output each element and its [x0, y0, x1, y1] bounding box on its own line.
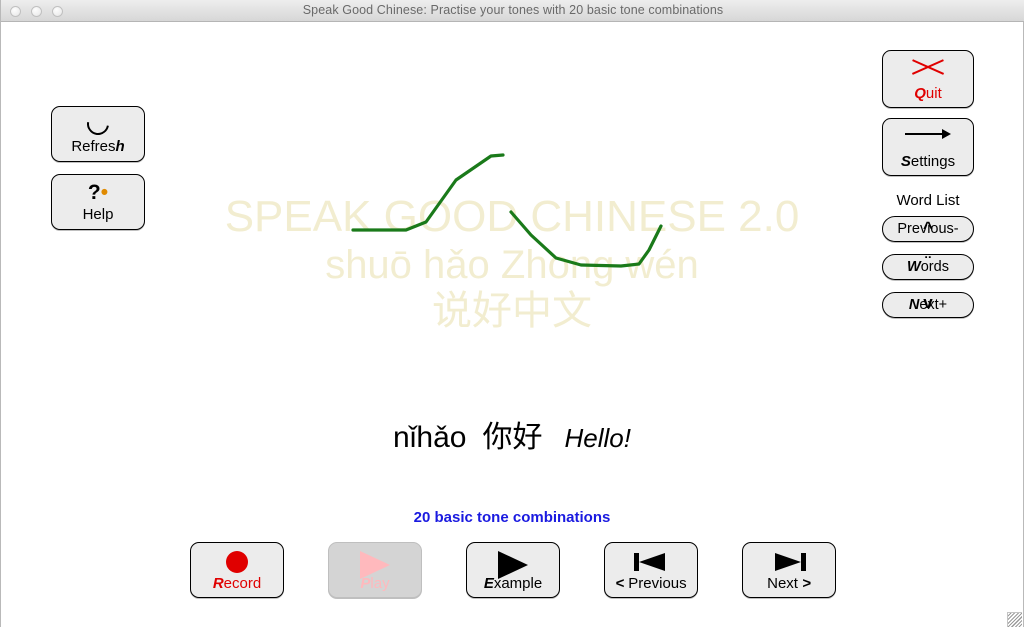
record-button-label: Record	[212, 575, 262, 592]
current-word-pinyin: nǐhǎo	[393, 421, 467, 454]
watermark-logo: SPEAK GOOD CHINESE 2.0 shuō hǎo Zhong wé…	[1, 192, 1023, 334]
current-word-display: nǐhǎo 你好 Hello!	[1, 412, 1023, 456]
quit-button[interactable]: Quit	[882, 50, 974, 108]
quit-button-label: Quit	[914, 85, 942, 102]
right-arrow-icon	[883, 125, 973, 149]
watermark-line-english: SPEAK GOOD CHINESE 2.0	[224, 192, 800, 241]
word-list-words-label: Words	[907, 259, 949, 275]
current-word-hanzi: 你好	[482, 421, 543, 454]
play-triangle-icon	[467, 551, 559, 579]
skip-forward-icon	[743, 551, 835, 575]
word-list-next-label: Next+	[908, 297, 948, 313]
example-button[interactable]: Example	[466, 542, 560, 598]
word-list-words-button[interactable]: Words ¨	[882, 254, 974, 280]
example-button-label: Example	[483, 575, 543, 592]
record-button[interactable]: Record	[190, 542, 284, 598]
word-list-previous-button[interactable]: Previous- ^	[882, 216, 974, 242]
window-title: Speak Good Chinese: Practise your tones …	[302, 3, 724, 17]
settings-button-label: Settings	[900, 153, 956, 170]
previous-word-button[interactable]: < Previous	[604, 542, 698, 598]
play-button-label: Play	[360, 575, 390, 592]
word-list-label: Word List	[896, 192, 960, 209]
question-mark-icon: ?•	[87, 181, 109, 204]
lesson-subtitle: 20 basic tone combinations	[413, 509, 611, 526]
settings-button[interactable]: Settings	[882, 118, 974, 176]
word-list-previous-label: Previous-	[897, 221, 959, 237]
resize-handle[interactable]	[1007, 612, 1022, 627]
next-word-button[interactable]: Next >	[742, 542, 836, 598]
title-bar: Speak Good Chinese: Practise your tones …	[1, 0, 1024, 22]
watermark-line-pinyin: shuō hǎo Zhong wén	[325, 243, 699, 287]
previous-word-button-label: < Previous	[615, 575, 687, 592]
skip-back-icon	[605, 551, 697, 575]
red-x-icon	[883, 57, 973, 81]
refresh-button-label: Refresh	[71, 138, 125, 155]
next-word-button-label: Next >	[767, 575, 811, 592]
help-button-label: Help	[82, 206, 114, 223]
play-button[interactable]: Play	[328, 542, 422, 598]
record-dot-icon	[191, 551, 283, 575]
tone-curve-ni	[351, 153, 505, 232]
app-window: Speak Good Chinese: Practise your tones …	[0, 0, 1024, 627]
current-word-translation: Hello!	[564, 423, 631, 453]
play-triangle-icon	[329, 551, 421, 579]
refresh-button[interactable]: Refresh	[51, 106, 145, 162]
help-button[interactable]: ?• Help	[51, 174, 145, 230]
tone-curve-hao	[509, 210, 663, 268]
word-list-next-button[interactable]: Next+ v	[882, 292, 974, 318]
tone-contour-graph	[351, 153, 663, 268]
watermark-line-hanzi: 说好中文	[432, 289, 592, 333]
refresh-arc-icon	[52, 108, 144, 140]
